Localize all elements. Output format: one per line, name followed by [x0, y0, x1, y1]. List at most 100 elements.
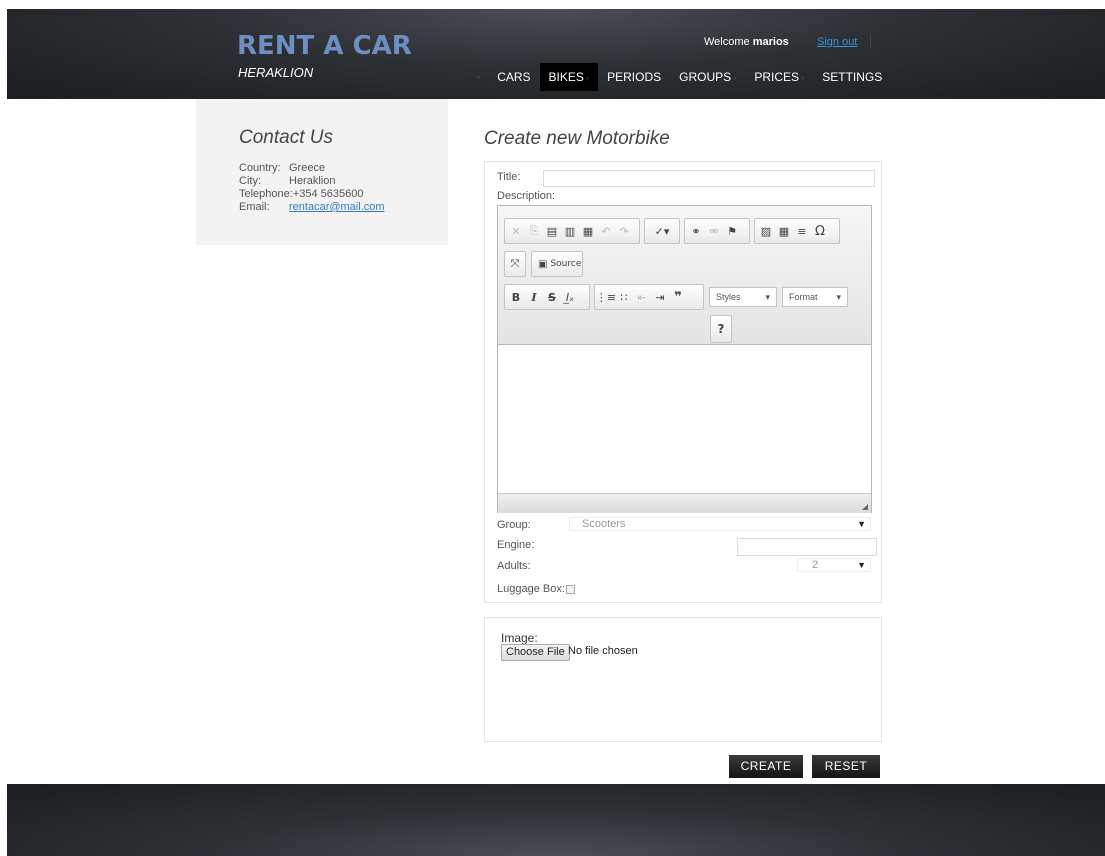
image-icon[interactable]: ▨ [757, 221, 775, 241]
reset-button[interactable]: RESET [812, 755, 880, 778]
header-divider [870, 34, 871, 48]
nav-item-prices[interactable]: PRICES ◦ [745, 63, 813, 91]
outdent-icon[interactable]: ⇤ [633, 287, 651, 307]
editor-content-area[interactable] [498, 345, 871, 493]
maximize-icon[interactable]: ⤧ [507, 254, 523, 274]
dropdown-arrow-icon: ▼ [857, 519, 866, 529]
adults-select[interactable]: 2 ▼ [797, 558, 871, 572]
maximize-group: ⤧ [504, 251, 526, 277]
main-nav: ◦ CARS BIKES ◦ PERIODS GROUPS ◦ PRICES ◦ SE… [477, 63, 891, 91]
choose-file-button[interactable]: Choose File [501, 644, 570, 661]
submenu-indicator-icon: ◦ [801, 73, 805, 83]
format-label: Format [789, 292, 818, 302]
copy-icon[interactable]: ⎘ [525, 221, 543, 241]
city-label: City: [239, 175, 261, 187]
clipboard-group: ✕ ⎘ ▤ ▥ ▦ ↶ ↷ [504, 218, 640, 244]
group-label: Group: [497, 519, 531, 531]
email-label: Email: [239, 201, 270, 213]
email-link[interactable]: rentacar@mail.com [289, 201, 385, 213]
strike-icon[interactable]: S [543, 287, 561, 307]
nav-separator: ◦ [477, 72, 481, 82]
title-input[interactable] [543, 170, 875, 187]
italic-icon[interactable]: I [525, 287, 543, 307]
blockquote-icon[interactable]: ❞ [669, 287, 687, 307]
bold-icon[interactable]: B [507, 287, 525, 307]
image-label: Image: [501, 631, 538, 645]
country-value: Greece [289, 162, 326, 174]
description-label: Description: [497, 190, 556, 202]
unlink-icon[interactable]: ⚮ [705, 221, 723, 241]
telephone-label: Telephone: [239, 188, 293, 200]
chevron-down-icon: ▾ [836, 292, 841, 302]
submenu-indicator-icon: ◦ [733, 73, 737, 83]
editor-status-bar [498, 493, 871, 513]
resize-handle-icon[interactable] [862, 504, 868, 510]
nav-label-prices: PRICES [754, 70, 800, 84]
submenu-indicator-icon: ◦ [585, 73, 590, 83]
nav-item-bikes[interactable]: BIKES ◦ [539, 63, 599, 91]
image-upload-box: Image: Choose File No file chosen [484, 617, 882, 742]
nav-label-groups: GROUPS [679, 70, 732, 84]
link-group: ⚭ ⚮ ⚑ [684, 218, 750, 244]
spellcheck-icon[interactable]: ✓▾ [647, 221, 677, 241]
paste-word-icon[interactable]: ▦ [579, 221, 597, 241]
bulleted-list-icon[interactable]: ∷ [615, 287, 633, 307]
numbered-list-icon[interactable]: ⋮≡ [596, 287, 616, 307]
special-char-icon[interactable]: Ω [811, 221, 829, 241]
format-dropdown[interactable]: Format ▾ [782, 287, 848, 307]
header-bar: RENT A CAR HERAKLION Welcome marios Sign… [7, 9, 1105, 99]
nav-item-settings[interactable]: SETTINGS [813, 63, 891, 91]
file-status-text: No file chosen [568, 645, 638, 657]
telephone-value: +354 5635600 [292, 188, 364, 200]
redo-icon[interactable]: ↷ [615, 221, 633, 241]
horizontal-rule-icon[interactable]: ≡ [793, 221, 811, 241]
title-label: Title: [497, 171, 521, 183]
nav-label-settings: SETTINGS [822, 70, 883, 84]
paste-icon[interactable]: ▤ [543, 221, 561, 241]
undo-icon[interactable]: ↶ [597, 221, 615, 241]
styles-dropdown[interactable]: Styles ▾ [709, 287, 777, 307]
chevron-down-icon: ▾ [765, 292, 770, 302]
remove-format-icon[interactable]: I̲ₓ [561, 287, 579, 307]
editor-toolbar: ✕ ⎘ ▤ ▥ ▦ ↶ ↷ ✓▾ ⚭ ⚮ ⚑ ▨ ▦ ≡ Ω ⤧ ▣ Sourc… [498, 206, 871, 345]
sidebar-title: Contact Us [239, 127, 333, 148]
source-label: Source [550, 259, 582, 269]
nav-label-periods: PERIODS [607, 70, 662, 84]
source-button[interactable]: ▣ Source [534, 254, 585, 274]
nav-item-groups[interactable]: GROUPS ◦ [670, 63, 745, 91]
link-icon[interactable]: ⚭ [687, 221, 705, 241]
welcome-text: Welcome marios [704, 36, 789, 48]
paste-text-icon[interactable]: ▥ [561, 221, 579, 241]
help-group: ? [710, 315, 732, 343]
create-button[interactable]: CREATE [729, 755, 803, 778]
anchor-flag-icon[interactable]: ⚑ [723, 221, 741, 241]
nav-item-cars[interactable]: CARS [488, 63, 539, 91]
dropdown-arrow-icon: ▼ [857, 560, 866, 570]
luggage-checkbox[interactable] [566, 585, 575, 594]
indent-icon[interactable]: ⇥ [651, 287, 669, 307]
sign-out-link[interactable]: Sign out [817, 36, 857, 48]
source-doc-icon: ▣ [538, 258, 548, 270]
motorbike-form: Title: Description: ✕ ⎘ ▤ ▥ ▦ ↶ ↷ ✓▾ ⚭ ⚮… [484, 161, 882, 603]
contact-telephone-row: Telephone:+354 5635600 [239, 188, 364, 200]
table-icon[interactable]: ▦ [775, 221, 793, 241]
username: marios [752, 36, 789, 48]
rich-text-editor: ✕ ⎘ ▤ ▥ ▦ ↶ ↷ ✓▾ ⚭ ⚮ ⚑ ▨ ▦ ≡ Ω ⤧ ▣ Sourc… [497, 205, 872, 513]
paragraph-group: ⋮≡ ∷ ⇤ ⇥ ❞ [594, 284, 704, 310]
logo-title[interactable]: RENT A CAR [237, 31, 412, 61]
contact-email-row: Email: rentacar@mail.com [239, 201, 385, 213]
engine-input[interactable] [737, 538, 877, 556]
help-button[interactable]: ? [713, 319, 729, 339]
contact-city-row: City: Heraklion [239, 175, 335, 187]
contact-sidebar: Contact Us Country: Greece City: Heraklion… [196, 99, 448, 245]
contact-country-row: Country: Greece [239, 162, 325, 174]
group-value: Scooters [582, 518, 626, 530]
group-select[interactable]: Scooters ▼ [569, 517, 871, 531]
adults-label: Adults: [497, 560, 531, 572]
cut-icon[interactable]: ✕ [507, 221, 525, 241]
logo-subtitle: HERAKLION [238, 65, 314, 80]
welcome-prefix: Welcome [704, 36, 753, 48]
nav-item-periods[interactable]: PERIODS [598, 63, 670, 91]
source-group: ▣ Source [531, 251, 583, 277]
adults-value: 2 [812, 559, 819, 571]
